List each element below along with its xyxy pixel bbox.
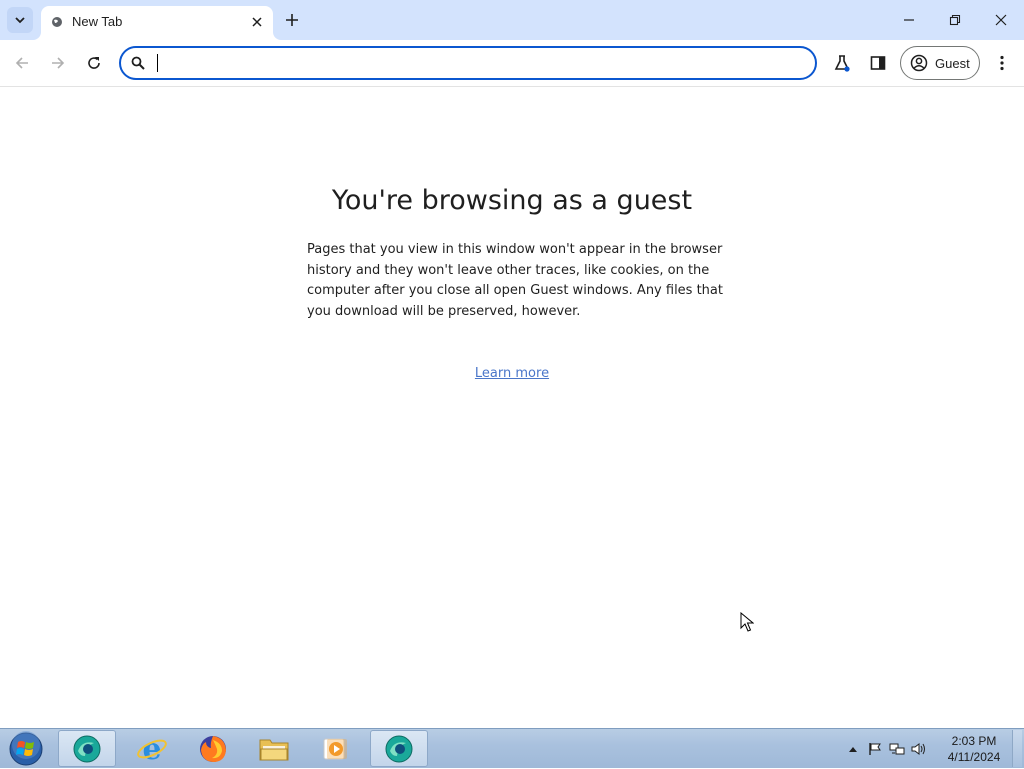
- chevron-up-icon: [849, 747, 857, 752]
- clock-date: 4/11/2024: [947, 750, 1001, 764]
- globe-icon: [52, 17, 62, 27]
- back-button[interactable]: [8, 49, 36, 77]
- search-icon: [131, 56, 145, 70]
- taskbar-media-player[interactable]: [306, 730, 364, 767]
- taskbar-chrome-2[interactable]: [370, 730, 428, 767]
- speaker-icon: [911, 743, 925, 755]
- taskbar-firefox[interactable]: [184, 730, 242, 767]
- tab-close-button[interactable]: [247, 12, 267, 32]
- reload-icon: [88, 57, 100, 69]
- browser-toolbar: Guest: [0, 40, 1024, 87]
- show-desktop-button[interactable]: [1012, 730, 1022, 767]
- arrow-right-icon: [52, 57, 65, 69]
- chevron-down-icon: [15, 17, 25, 24]
- flask-icon: [834, 55, 850, 72]
- guest-description: Pages that you view in this window won't…: [307, 242, 723, 319]
- profile-button[interactable]: Guest: [900, 46, 980, 80]
- close-window-button[interactable]: [978, 0, 1024, 40]
- taskbar: e 2:03 PM 4/11/2024: [0, 728, 1024, 768]
- network-button[interactable]: [886, 729, 908, 769]
- close-icon: [252, 17, 262, 27]
- minimize-button[interactable]: [886, 0, 932, 40]
- mouse-pointer-icon: [740, 612, 754, 632]
- page-title: You're browsing as a guest: [331, 185, 693, 216]
- forward-button[interactable]: [44, 49, 72, 77]
- tab-search-button[interactable]: [7, 7, 33, 33]
- taskbar-internet-explorer[interactable]: e: [123, 730, 181, 767]
- side-panel-button[interactable]: [864, 49, 892, 77]
- folder-icon: [259, 739, 289, 760]
- more-vert-icon: [1000, 55, 1004, 71]
- address-input[interactable]: [155, 52, 795, 74]
- clock-time: 2:03 PM: [951, 734, 997, 748]
- system-tray: [842, 729, 930, 769]
- tab-title: New Tab: [72, 14, 123, 29]
- tab-strip: New Tab: [0, 0, 1024, 40]
- internet-explorer-icon: e: [137, 733, 167, 765]
- guest-page: You're browsing as a guest Pages that yo…: [0, 88, 1024, 728]
- menu-button[interactable]: [988, 49, 1016, 77]
- volume-button[interactable]: [908, 729, 930, 769]
- show-hidden-icons-button[interactable]: [842, 729, 864, 769]
- media-player-icon: [323, 738, 347, 759]
- restore-icon: [949, 14, 961, 26]
- text-caret: [157, 54, 158, 72]
- taskbar-chrome[interactable]: [58, 730, 116, 767]
- labs-button[interactable]: [828, 49, 856, 77]
- taskbar-file-explorer[interactable]: [245, 730, 303, 767]
- account-circle-icon: [910, 54, 928, 72]
- arrow-left-icon: [15, 57, 28, 69]
- minimize-icon: [904, 19, 914, 21]
- profile-label: Guest: [935, 55, 970, 71]
- side-panel-icon: [870, 56, 886, 70]
- address-bar[interactable]: [119, 46, 817, 80]
- flag-icon: [869, 743, 881, 755]
- restore-button[interactable]: [932, 0, 978, 40]
- browser-app-icon: [385, 735, 413, 762]
- learn-more-link[interactable]: Learn more: [0, 366, 1024, 381]
- windows-logo-icon: [9, 731, 43, 766]
- svg-text:e: e: [142, 733, 161, 765]
- plus-icon: [286, 14, 298, 26]
- new-tab-button[interactable]: [281, 9, 303, 31]
- taskbar-clock[interactable]: 2:03 PM 4/11/2024: [942, 733, 1006, 765]
- close-icon: [995, 14, 1007, 26]
- action-center-button[interactable]: [864, 729, 886, 769]
- browser-app-icon: [73, 735, 101, 762]
- start-button[interactable]: [4, 730, 48, 768]
- network-icon: [889, 743, 905, 755]
- reload-button[interactable]: [80, 49, 108, 77]
- firefox-icon: [200, 735, 226, 762]
- tab-new-tab[interactable]: New Tab: [41, 6, 273, 40]
